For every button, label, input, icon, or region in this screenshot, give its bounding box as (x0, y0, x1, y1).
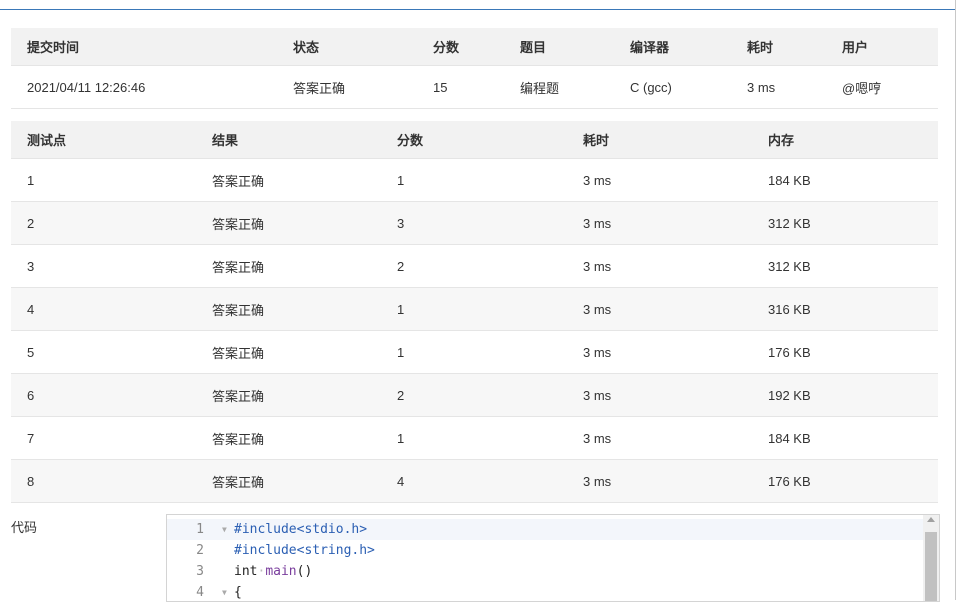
fold-arrow-icon[interactable]: ▼ (222, 582, 230, 601)
code-token: #include<string.h> (234, 543, 375, 558)
case-id: 6 (11, 373, 196, 417)
code-token: #include<stdio.h> (234, 522, 368, 537)
col-case-id: 测试点 (11, 121, 196, 159)
case-time: 3 ms (567, 416, 752, 460)
total-score: 15 (417, 65, 504, 109)
case-memory: 176 KB (752, 330, 938, 374)
case-time: 3 ms (567, 330, 752, 374)
case-time: 3 ms (567, 459, 752, 503)
case-memory: 312 KB (752, 244, 938, 288)
case-result: 答案正确 (196, 244, 381, 288)
code-text: { (234, 582, 242, 601)
table-row: 8 答案正确 4 3 ms 176 KB (11, 459, 938, 503)
case-id: 4 (11, 287, 196, 331)
code-line[interactable]: 1 ▼ #include<stdio.h> (167, 519, 939, 540)
summary-row: 2021/04/11 12:26:46 答案正确 15 编程题 C (gcc) … (11, 65, 938, 109)
code-line[interactable]: 4 ▼ { (167, 582, 939, 601)
user-link[interactable]: @嗯哼 (826, 65, 938, 109)
case-id: 2 (11, 201, 196, 245)
code-text: #include<stdio.h> (234, 519, 367, 540)
code-editor[interactable]: 1 ▼ #include<stdio.h> 2 #include<string.… (166, 514, 940, 602)
case-result: 答案正确 (196, 416, 381, 460)
line-number: 3 (196, 564, 204, 579)
case-id: 3 (11, 244, 196, 288)
col-elapsed: 耗时 (731, 28, 826, 66)
table-row: 5 答案正确 1 3 ms 176 KB (11, 330, 938, 374)
cases-header-row: 测试点 结果 分数 耗时 内存 (11, 121, 938, 159)
case-id: 1 (11, 158, 196, 202)
case-time: 3 ms (567, 201, 752, 245)
case-score: 1 (381, 158, 567, 202)
status-badge: 答案正确 (277, 65, 417, 109)
col-case-time: 耗时 (567, 121, 752, 159)
table-row: 1 答案正确 1 3 ms 184 KB (11, 158, 938, 202)
case-time: 3 ms (567, 373, 752, 417)
case-score: 2 (381, 244, 567, 288)
submit-time: 2021/04/11 12:26:46 (11, 65, 277, 109)
col-compiler: 编译器 (614, 28, 731, 66)
case-score: 1 (381, 287, 567, 331)
case-score: 1 (381, 330, 567, 374)
top-border (0, 0, 956, 10)
code-line[interactable]: 2 #include<string.h> (167, 540, 939, 561)
col-result: 结果 (196, 121, 381, 159)
case-memory: 184 KB (752, 416, 938, 460)
line-number: 1 (196, 522, 204, 537)
case-time: 3 ms (567, 158, 752, 202)
table-row: 6 答案正确 2 3 ms 192 KB (11, 373, 938, 417)
case-result: 答案正确 (196, 287, 381, 331)
code-text: int·main() (234, 561, 312, 582)
compiler: C (gcc) (614, 65, 731, 109)
case-id: 7 (11, 416, 196, 460)
code-token: main (265, 564, 297, 579)
problem-link[interactable]: 编程题 (504, 65, 614, 109)
case-time: 3 ms (567, 287, 752, 331)
test-cases-table: 测试点 结果 分数 耗时 内存 1 答案正确 1 3 ms 184 KB 2 答… (11, 121, 938, 503)
submission-summary-table: 提交时间 状态 分数 题目 编译器 耗时 用户 2021/04/11 12:26… (11, 28, 938, 109)
col-status: 状态 (277, 28, 417, 66)
case-result: 答案正确 (196, 373, 381, 417)
table-row: 3 答案正确 2 3 ms 312 KB (11, 244, 938, 288)
col-score: 分数 (417, 28, 504, 66)
summary-header-row: 提交时间 状态 分数 题目 编译器 耗时 用户 (11, 28, 938, 66)
case-score: 4 (381, 459, 567, 503)
case-memory: 184 KB (752, 158, 938, 202)
case-time: 3 ms (567, 244, 752, 288)
case-memory: 192 KB (752, 373, 938, 417)
case-id: 5 (11, 330, 196, 374)
code-token: int (234, 564, 258, 579)
code-token: { (234, 585, 242, 600)
line-number: 4 (196, 585, 204, 600)
vertical-scrollbar[interactable] (923, 515, 939, 601)
scroll-up-arrow-icon[interactable] (927, 517, 935, 522)
case-score: 3 (381, 201, 567, 245)
code-text: #include<string.h> (234, 540, 375, 561)
col-user: 用户 (826, 28, 938, 66)
line-number: 2 (196, 543, 204, 558)
code-label: 代码 (11, 520, 38, 535)
case-memory: 176 KB (752, 459, 938, 503)
fold-arrow-icon[interactable]: ▼ (222, 519, 230, 540)
code-line[interactable]: 3 int·main() (167, 561, 939, 582)
case-memory: 316 KB (752, 287, 938, 331)
case-memory: 312 KB (752, 201, 938, 245)
col-submit-time: 提交时间 (11, 28, 277, 66)
elapsed-time: 3 ms (731, 65, 826, 109)
scrollbar-thumb[interactable] (925, 532, 937, 601)
table-row: 7 答案正确 1 3 ms 184 KB (11, 416, 938, 460)
col-problem: 题目 (504, 28, 614, 66)
case-score: 2 (381, 373, 567, 417)
case-result: 答案正确 (196, 330, 381, 374)
col-memory: 内存 (752, 121, 938, 159)
case-result: 答案正确 (196, 459, 381, 503)
case-score: 1 (381, 416, 567, 460)
table-row: 4 答案正确 1 3 ms 316 KB (11, 287, 938, 331)
col-case-score: 分数 (381, 121, 567, 159)
case-result: 答案正确 (196, 201, 381, 245)
table-row: 2 答案正确 3 3 ms 312 KB (11, 201, 938, 245)
case-id: 8 (11, 459, 196, 503)
case-result: 答案正确 (196, 158, 381, 202)
code-token: () (296, 564, 313, 579)
